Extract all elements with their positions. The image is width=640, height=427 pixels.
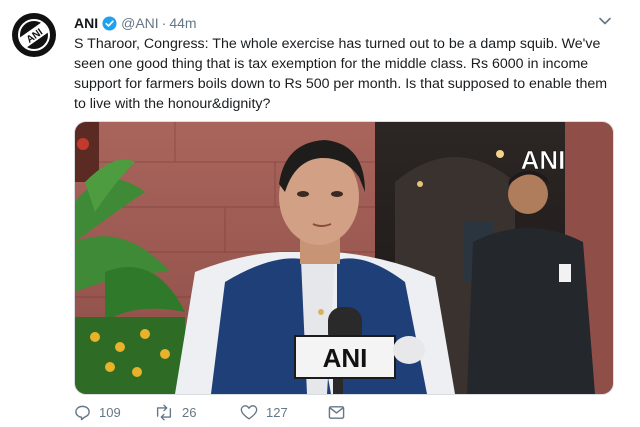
verified-icon — [102, 15, 117, 31]
ani-logo-icon: ANI — [13, 14, 55, 56]
envelope-icon — [328, 405, 345, 419]
ani-watermark: ANI — [521, 145, 566, 175]
separator-dot: · — [161, 15, 167, 31]
tweet-header: ANI @ANI · 44m — [74, 13, 197, 33]
reply-count: 109 — [99, 404, 121, 420]
retweet-button[interactable]: 26 — [154, 404, 240, 421]
tweet-actions: 109 26 127 — [74, 402, 353, 422]
reply-icon — [75, 405, 90, 420]
tweet-text: S Tharoor, Congress: The whole exercise … — [74, 36, 608, 112]
reply-button[interactable]: 109 — [74, 404, 154, 421]
direct-message-button[interactable] — [328, 405, 353, 420]
retweet-count: 26 — [182, 404, 197, 420]
timestamp[interactable]: 44m — [169, 15, 196, 31]
heart-icon — [240, 404, 258, 419]
like-button[interactable]: 127 — [240, 404, 328, 421]
account-handle[interactable]: @ANI — [121, 15, 159, 31]
tweet: ANI ANI @ANI · 44m S Tharoor, Congress: … — [0, 0, 640, 427]
retweet-icon — [156, 404, 172, 420]
tweet-photo[interactable]: ANI ANI — [74, 121, 614, 395]
mic-logo-text: ANI — [323, 343, 368, 373]
chevron-down-icon[interactable] — [598, 14, 612, 33]
account-name[interactable]: ANI — [74, 15, 98, 31]
like-count: 127 — [266, 404, 288, 420]
photo-scene: ANI ANI — [75, 122, 613, 394]
avatar[interactable]: ANI — [12, 13, 56, 57]
